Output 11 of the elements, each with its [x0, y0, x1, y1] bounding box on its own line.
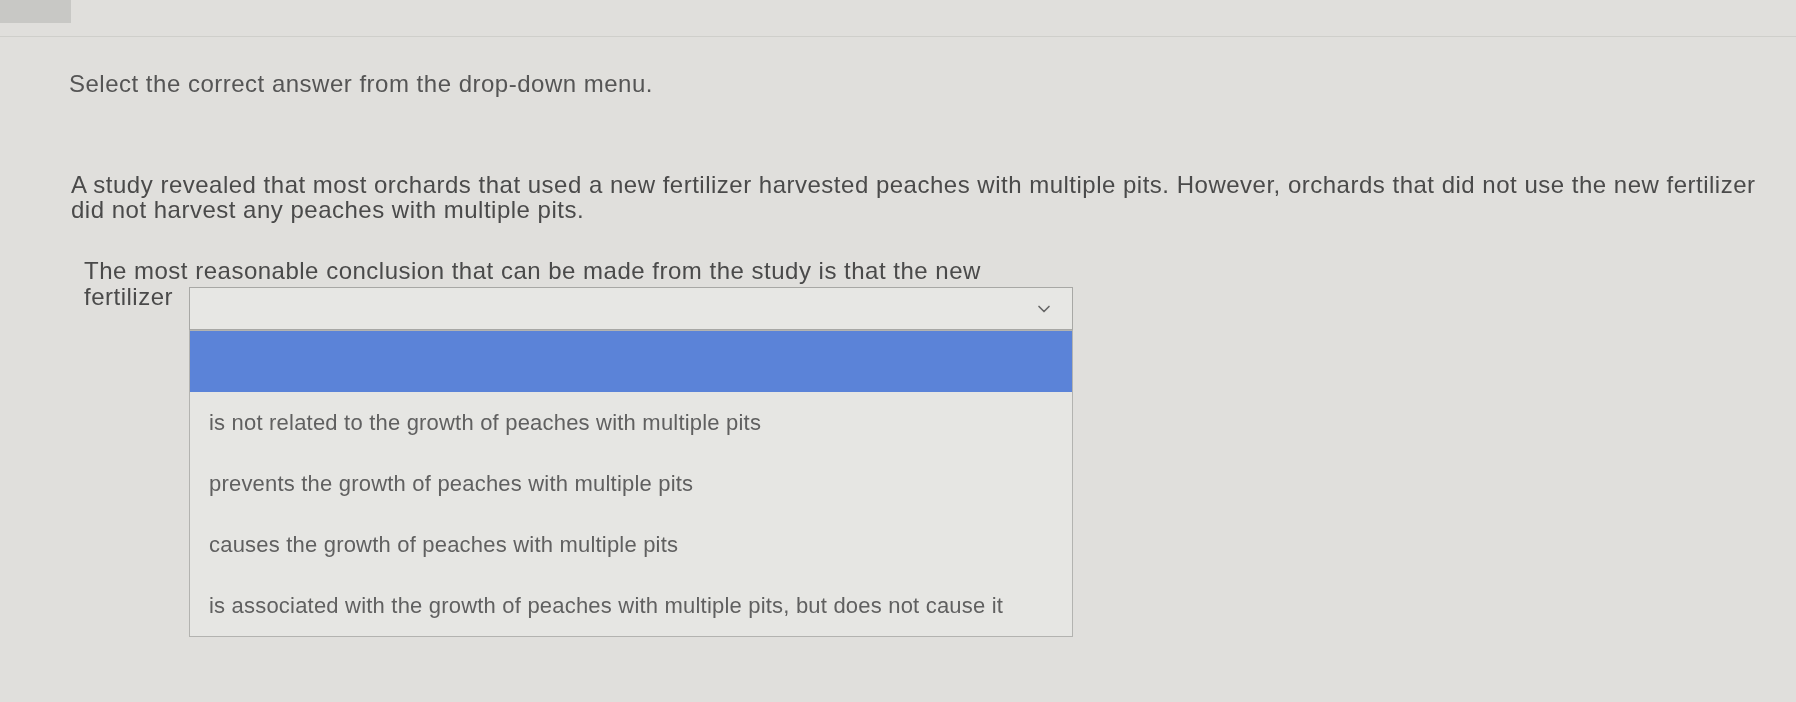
passage-text: A study revealed that most orchards that used a new fertilizer harvested peaches with multiple pits. However, orchards that did not use the new fertilizer did not harvest any peaches with multiple pits.	[71, 172, 1757, 222]
dropdown-option[interactable]: is not related to the growth of peaches with multiple pits	[190, 392, 1072, 453]
instruction-text: Select the correct answer from the drop-down menu.	[69, 71, 653, 97]
header-block	[0, 0, 71, 23]
dropdown-option[interactable]: causes the growth of peaches with multiple pits	[190, 514, 1072, 575]
dropdown-option[interactable]: prevents the growth of peaches with multiple pits	[190, 453, 1072, 514]
dropdown-option[interactable]	[190, 331, 1072, 392]
dropdown-select[interactable]	[189, 287, 1073, 330]
question-text: The most reasonable conclusion that can be made from the study is that the new	[84, 258, 981, 284]
question-text: fertilizer	[84, 284, 173, 310]
dropdown-option[interactable]: is associated with the growth of peaches with multiple pits, but does not cause it	[190, 575, 1072, 636]
